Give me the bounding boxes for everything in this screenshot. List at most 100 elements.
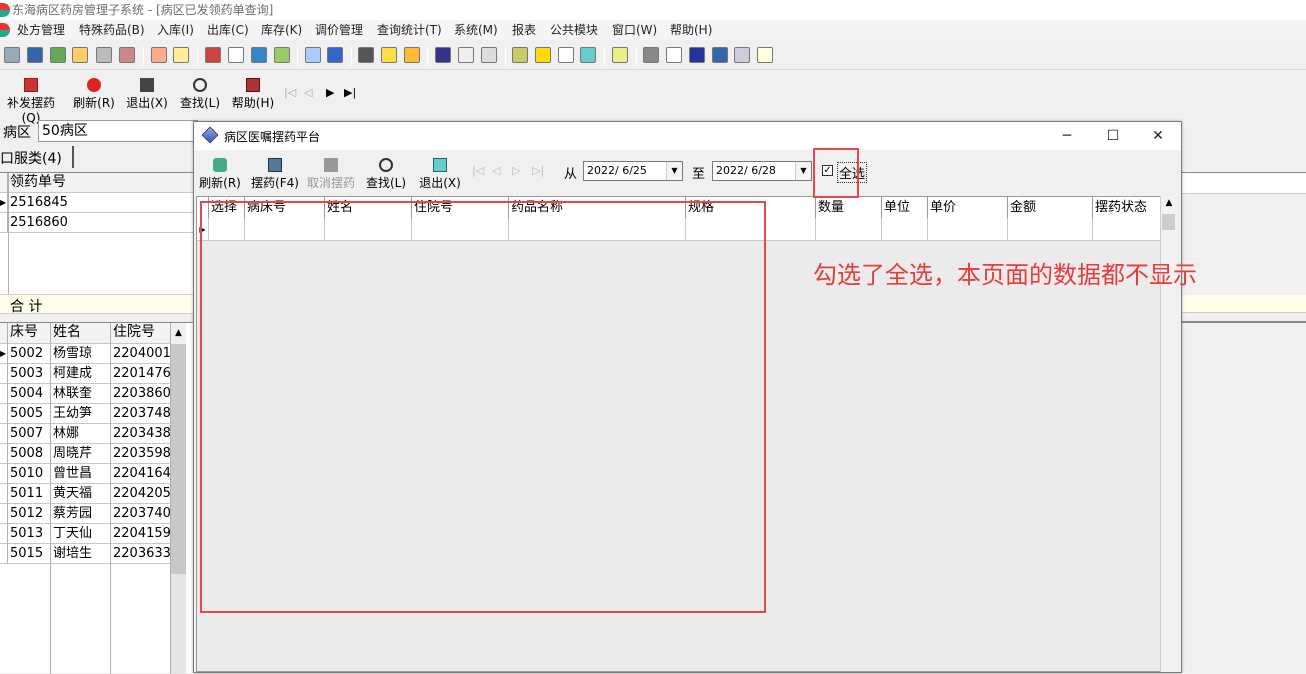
tb-approve-icon[interactable]: [274, 47, 290, 63]
cell-admission-number[interactable]: 2203740: [111, 504, 171, 524]
chevron-down-icon[interactable]: ▼: [795, 162, 811, 180]
col-admission-header[interactable]: 住院号: [111, 323, 171, 344]
next-record-icon[interactable]: ▶: [326, 86, 334, 99]
cell-bed-number[interactable]: 5004: [8, 384, 51, 404]
col-dispense-status[interactable]: 摆药状态: [1093, 197, 1163, 218]
cell-amount[interactable]: [1008, 218, 1093, 241]
cell-bed-number[interactable]: 5002: [8, 344, 51, 364]
cell-admission-number[interactable]: 2204159: [111, 524, 171, 544]
scrollbar-thumb[interactable]: [171, 344, 186, 574]
cell-bed-number[interactable]: 5013: [8, 524, 51, 544]
tb-card-icon[interactable]: [512, 47, 528, 63]
cell-admission-number[interactable]: 2203860: [111, 384, 171, 404]
menu-help[interactable]: 帮助(H): [670, 20, 712, 40]
menu-price-adjust[interactable]: 调价管理: [315, 20, 363, 40]
col-name-header[interactable]: 姓名: [51, 323, 111, 344]
cell-bed-number[interactable]: 5015: [8, 544, 51, 564]
table-row[interactable]: 2516860: [8, 213, 194, 233]
menu-stock-in[interactable]: 入库(I): [157, 20, 194, 40]
menu-system[interactable]: 系统(M): [454, 20, 498, 40]
tb-pills-icon[interactable]: [119, 47, 135, 63]
tb-close-box-icon[interactable]: [580, 47, 596, 63]
help-button[interactable]: 帮助(H): [230, 78, 276, 112]
cell-patient-name[interactable]: 丁天仙: [51, 524, 111, 544]
scroll-up-icon[interactable]: ▲: [171, 323, 186, 344]
cell-patient-name[interactable]: 王幼笋: [51, 404, 111, 424]
tb-screen-icon[interactable]: [327, 47, 343, 63]
cell-bed-number[interactable]: 5008: [8, 444, 51, 464]
scroll-up-icon[interactable]: ▲: [1163, 198, 1175, 210]
to-date-picker[interactable]: 2022/ 6/28 ▼: [712, 161, 812, 181]
last-record-icon[interactable]: ▶|: [344, 86, 356, 99]
menu-prescription[interactable]: 处方管理: [17, 20, 65, 40]
cell-bed-number[interactable]: 5005: [8, 404, 51, 424]
tb-stack-icon[interactable]: [712, 47, 728, 63]
tb-search-icon[interactable]: [666, 47, 682, 63]
tb-list-icon[interactable]: [689, 47, 705, 63]
cell-bed-number[interactable]: 5010: [8, 464, 51, 484]
last-record-icon[interactable]: ▷|: [532, 164, 544, 177]
col-bed-header[interactable]: 床号: [8, 323, 51, 344]
from-date-picker[interactable]: 2022/ 6/25 ▼: [583, 161, 683, 181]
cell-patient-name[interactable]: 谢培生: [51, 544, 111, 564]
tb-edit-doc-icon[interactable]: [734, 47, 750, 63]
cell-patient-name[interactable]: 林娜: [51, 424, 111, 444]
find-button[interactable]: 查找(L): [177, 78, 223, 112]
cell-admission-number[interactable]: 2204001: [111, 344, 171, 364]
menu-query-stats[interactable]: 查询统计(T): [377, 20, 442, 40]
tb-report-icon[interactable]: [205, 47, 221, 63]
cell-admission-number[interactable]: 2203748: [111, 404, 171, 424]
cell-patient-name[interactable]: 柯建成: [51, 364, 111, 384]
cell-patient-name[interactable]: 林联奎: [51, 384, 111, 404]
prev-record-icon[interactable]: ◁: [492, 164, 500, 177]
cell-admission-number[interactable]: 2201476: [111, 364, 171, 384]
maximize-button[interactable]: ☐: [1090, 122, 1136, 150]
first-record-icon[interactable]: |◁: [284, 86, 296, 99]
dialog-refresh-button[interactable]: 刷新(R): [198, 158, 242, 190]
menu-app-icon[interactable]: [0, 23, 10, 37]
menu-public-module[interactable]: 公共模块: [550, 20, 598, 40]
cell-patient-name[interactable]: 蔡芳园: [51, 504, 111, 524]
scrollbar-track[interactable]: [171, 574, 186, 674]
tab-oral[interactable]: 口服类(4): [0, 148, 62, 168]
menu-stock-out[interactable]: 出库(C): [207, 20, 249, 40]
cell-admission-number[interactable]: 2203438: [111, 424, 171, 444]
cell-patient-name[interactable]: 曾世昌: [51, 464, 111, 484]
ward-field[interactable]: 50病区: [38, 120, 198, 142]
tb-check-icon[interactable]: [50, 47, 66, 63]
exit-button[interactable]: 退出(X): [124, 78, 170, 112]
tb-edit-icon[interactable]: [305, 47, 321, 63]
menu-inventory[interactable]: 库存(K): [261, 20, 302, 40]
tb-export-icon[interactable]: [251, 47, 267, 63]
tb-zoom-icon[interactable]: [558, 47, 574, 63]
tb-checklist-icon[interactable]: [228, 47, 244, 63]
tb-memo-icon[interactable]: [404, 47, 420, 63]
col-amount[interactable]: 金额: [1008, 197, 1093, 218]
cell-patient-name[interactable]: 周晓芹: [51, 444, 111, 464]
close-button[interactable]: ✕: [1135, 122, 1181, 150]
menu-special-drugs[interactable]: 特殊药品(B): [79, 20, 145, 40]
cell-dispense-status[interactable]: [1093, 218, 1163, 241]
refresh-button[interactable]: 刷新(R): [70, 78, 118, 112]
cell-admission-number[interactable]: 2203598: [111, 444, 171, 464]
cell-patient-name[interactable]: 黄天福: [51, 484, 111, 504]
tb-receipt-icon[interactable]: [173, 47, 189, 63]
cell-bed-number[interactable]: 5007: [8, 424, 51, 444]
next-record-icon[interactable]: ▷: [512, 164, 520, 177]
cell-unit-price[interactable]: [928, 218, 1008, 241]
tb-scissors-icon[interactable]: [458, 47, 474, 63]
cell-quantity[interactable]: [816, 218, 882, 241]
col-unit-price[interactable]: 单价: [928, 197, 1008, 218]
replenish-button[interactable]: 补发摆药(Q): [0, 78, 62, 125]
tb-truck-icon[interactable]: [481, 47, 497, 63]
dialog-find-button[interactable]: 查找(L): [363, 158, 409, 190]
tb-document-icon[interactable]: [72, 47, 88, 63]
dialog-exit-button[interactable]: 退出(X): [417, 158, 463, 190]
col-unit[interactable]: 单位: [882, 197, 928, 218]
scrollbar-thumb[interactable]: [1162, 214, 1175, 230]
tb-folder-icon[interactable]: [612, 47, 628, 63]
cancel-dispense-button[interactable]: 取消摆药: [306, 158, 356, 190]
cell-admission-number[interactable]: 2203633: [111, 544, 171, 564]
first-record-icon[interactable]: |◁: [472, 164, 484, 177]
prev-record-icon[interactable]: ◁: [304, 86, 312, 99]
